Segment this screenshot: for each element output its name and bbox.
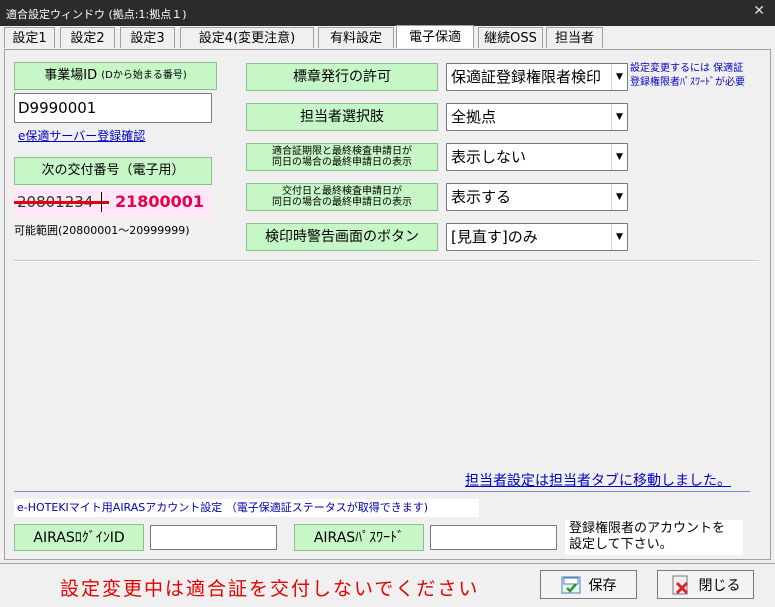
issue-display-label2: 同日の場合の最終申請日の表示	[272, 197, 412, 208]
issue-display-button[interactable]: 交付日と最終検査申請日が 同日の場合の最終申請日の表示	[246, 183, 438, 211]
window-title: 適合設定ウィンドウ (拠点:1:拠点１)	[6, 8, 187, 21]
tab-settings4[interactable]: 設定4(変更注意)	[180, 27, 314, 48]
tab-settings3[interactable]: 設定3	[120, 27, 175, 48]
chevron-down-icon: ▼	[611, 184, 627, 210]
permission-note: 設定変更するには 保適証 登録権限者ﾊﾟｽﾜｰﾄﾞが必要	[630, 62, 745, 90]
strikethrough-line	[14, 201, 109, 204]
next-number-field[interactable]: 20801234 21800001	[14, 188, 212, 218]
airas-note-line1: 登録権限者のアカウントを	[569, 521, 726, 536]
staff-options-button[interactable]: 担当者選択肢	[246, 103, 438, 131]
tab-staff[interactable]: 担当者	[546, 27, 603, 48]
issue-display-value: 表示する	[451, 188, 512, 206]
title-bar: 適合設定ウィンドウ (拠点:1:拠点１) ✕	[0, 0, 775, 26]
divider	[14, 260, 759, 262]
save-label: 保存	[588, 577, 617, 594]
save-button[interactable]: 保存	[540, 570, 637, 599]
expiry-display-label1: 適合証期限と最終検査申請日が	[272, 146, 412, 157]
airas-login-label[interactable]: AIRASﾛｸﾞｲﾝID	[14, 524, 144, 551]
tab-bar: 設定1 設定2 設定3 設定4(変更注意) 有料設定 電子保適 継続OSS 担当…	[2, 25, 773, 49]
airas-section-title: e-HOTEKIマイト用AIRASアカウント設定 （電子保適証ステータスが取得で…	[14, 499, 479, 517]
issue-display-label1: 交付日と最終検査申請日が	[282, 186, 402, 197]
airas-password-input[interactable]	[430, 525, 557, 550]
office-id-button[interactable]: 事業場ID (Dから始まる番号)	[14, 62, 217, 90]
office-id-label: 事業場ID	[44, 68, 98, 83]
expiry-display-button[interactable]: 適合証期限と最終検査申請日が 同日の場合の最終申請日の表示	[246, 143, 438, 171]
permission-note-line1: 設定変更するには 保適証	[630, 63, 744, 74]
airas-note: 登録権限者のアカウントを 設定して下さい。	[565, 520, 743, 555]
next-number-button[interactable]: 次の交付番号（電子用）	[14, 157, 212, 185]
close-button[interactable]: 閉じる	[657, 570, 754, 599]
issue-display-select[interactable]: 表示する ▼	[446, 183, 628, 211]
staff-options-select[interactable]: 全拠点 ▼	[446, 103, 628, 131]
permission-note-line2: 登録権限者ﾊﾟｽﾜｰﾄﾞが必要	[630, 77, 745, 88]
airas-note-line2: 設定して下さい。	[569, 537, 673, 552]
text-cursor	[101, 192, 102, 212]
chevron-down-icon: ▼	[611, 144, 627, 170]
badge-permission-value: 保適証登録権限者検印	[451, 68, 602, 86]
airas-login-input[interactable]	[150, 525, 277, 550]
warning-text: 設定変更中は適合証を交付しないでください	[60, 578, 480, 600]
close-icon	[672, 575, 688, 594]
section-divider	[14, 491, 750, 492]
chevron-down-icon: ▼	[611, 224, 627, 250]
tab-oss[interactable]: 継続OSS	[478, 27, 543, 48]
close-label: 閉じる	[698, 577, 741, 594]
expiry-display-value: 表示しない	[451, 148, 527, 166]
chevron-down-icon: ▼	[611, 64, 627, 90]
close-window-icon[interactable]: ✕	[753, 3, 765, 19]
inspect-warning-select[interactable]: [見直す]のみ ▼	[446, 223, 628, 251]
office-id-input[interactable]: D9990001	[14, 93, 212, 123]
server-check-link[interactable]: e保適サーバー登録確認	[18, 127, 145, 144]
footer-bar: 設定変更中は適合証を交付しないでください 保存 閉じる	[0, 563, 775, 607]
inspect-warning-value: [見直す]のみ	[451, 228, 538, 246]
save-icon	[561, 576, 580, 593]
staff-options-value: 全拠点	[451, 108, 497, 126]
staff-moved-link[interactable]: 担当者設定は担当者タブに移動しました。	[465, 470, 731, 490]
badge-permission-button[interactable]: 標章発行の許可	[246, 63, 438, 91]
office-id-hint: (Dから始まる番号)	[101, 70, 187, 81]
next-number-new: 21800001	[115, 192, 205, 211]
settings-window: 適合設定ウィンドウ (拠点:1:拠点１) ✕ 設定1 設定2 設定3 設定4(変…	[0, 0, 775, 607]
tab-panel: 事業場ID (Dから始まる番号) D9990001 e保適サーバー登録確認 次の…	[4, 49, 771, 560]
tab-settings2[interactable]: 設定2	[60, 27, 115, 48]
tab-settings1[interactable]: 設定1	[4, 27, 55, 48]
expiry-display-select[interactable]: 表示しない ▼	[446, 143, 628, 171]
expiry-display-label2: 同日の場合の最終申請日の表示	[272, 157, 412, 168]
tab-paid[interactable]: 有料設定	[318, 27, 394, 48]
airas-password-label[interactable]: AIRASﾊﾟｽﾜｰﾄﾞ	[294, 524, 424, 551]
chevron-down-icon: ▼	[611, 104, 627, 130]
tab-e-hoteki[interactable]: 電子保適	[396, 25, 474, 48]
range-text: 可能範囲(20800001～20999999)	[14, 224, 190, 237]
badge-permission-select[interactable]: 保適証登録権限者検印 ▼	[446, 63, 628, 91]
inspect-warning-button[interactable]: 検印時警告画面のボタン	[246, 223, 438, 251]
